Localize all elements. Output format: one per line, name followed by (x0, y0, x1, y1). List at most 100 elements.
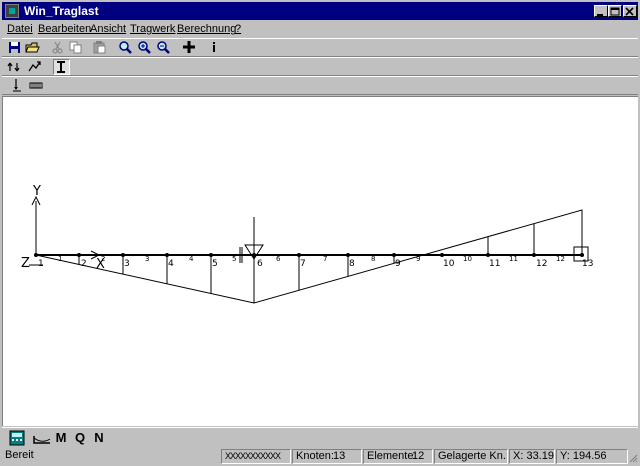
copy-button[interactable] (68, 40, 85, 56)
resize-grip[interactable] (628, 452, 638, 463)
menu-bearbeiten[interactable]: Bearbeiten (38, 22, 91, 36)
calculator-button[interactable] (9, 430, 25, 446)
copy-icon (69, 41, 82, 54)
window-title: Win_Traglast (24, 4, 99, 18)
element-label: 7 (323, 255, 327, 263)
element-toolbar (2, 76, 638, 95)
z-axis-label: Z (21, 256, 30, 271)
deformation-button[interactable] (32, 430, 52, 446)
paste-icon (93, 41, 106, 54)
y-axis-label: Y (32, 184, 41, 199)
minimize-button[interactable] (594, 5, 608, 17)
status-nodes-label: Knoten: (296, 450, 334, 462)
structure-drawing: Y X Z 1 2 3 4 5 6 7 8 9 10 11 12 13 1 2 … (21, 184, 593, 304)
element-label: 11 (509, 255, 518, 263)
zoom-out-button[interactable] (156, 40, 173, 56)
element-label: 8 (371, 255, 375, 263)
node-label: 4 (168, 259, 174, 269)
status-elements-value: 12 (412, 450, 425, 462)
close-button[interactable] (623, 5, 637, 17)
status-bar: Bereit XXXXXXXXXXX Knoten: 13 Elemente: … (0, 447, 640, 466)
element-label: 9 (416, 255, 420, 263)
info-icon (213, 42, 215, 52)
element-tool-icon (28, 61, 41, 72)
normal-force-button[interactable]: N (92, 430, 106, 446)
menu-help[interactable]: ? (235, 22, 241, 36)
element-label: 10 (463, 255, 472, 263)
title-bar: Win_Traglast (2, 2, 638, 20)
node-label: 10 (443, 259, 455, 269)
status-supported-nodes: Gelagerte Kn.: 2 (434, 449, 508, 464)
node-label: 11 (489, 259, 500, 269)
moment-button[interactable]: M (54, 430, 68, 446)
status-nodes: Knoten: 13 (292, 449, 362, 464)
beam-tool-icon (57, 61, 65, 73)
move-button[interactable] (182, 40, 199, 56)
result-toolbar: M Q N (2, 427, 638, 447)
node-label: 3 (124, 259, 130, 269)
moment-diagram (35, 209, 583, 304)
zoom-button[interactable] (118, 40, 135, 56)
element-label: 3 (145, 255, 149, 263)
zoom-in-icon (138, 41, 151, 54)
maximize-icon (610, 7, 620, 16)
node-label: 12 (536, 259, 547, 269)
zoom-in-button[interactable] (137, 40, 154, 56)
move-icon (183, 41, 195, 53)
status-elements-label: Elemente: (367, 450, 417, 462)
status-x-coordinate: X: 33.19 (509, 449, 555, 464)
open-icon (25, 42, 40, 53)
close-icon (625, 7, 634, 16)
app-icon[interactable] (5, 4, 19, 18)
status-ready: Bereit (5, 449, 34, 461)
status-pattern: XXXXXXXXXXX (221, 449, 291, 464)
node-tool-button[interactable] (7, 59, 24, 75)
node-label: 6 (257, 259, 263, 269)
cut-button[interactable] (50, 40, 67, 56)
element-label: 12 (556, 255, 565, 263)
zoom-icon (119, 41, 132, 54)
element-label: 4 (189, 255, 194, 263)
menu-bar: Datei Bearbeiten Ansicht Tragwerk Berech… (2, 20, 638, 38)
element-tool-button[interactable] (27, 59, 44, 75)
node-label: 1 (38, 259, 44, 269)
menu-datei[interactable]: Datei (7, 22, 33, 36)
menu-tragwerk[interactable]: Tragwerk (130, 22, 175, 36)
element-label: 5 (232, 255, 236, 263)
node-tool-icon (7, 62, 20, 72)
load-tool-button[interactable] (28, 78, 45, 94)
calculator-icon (9, 430, 25, 446)
save-icon (9, 42, 20, 53)
minimize-icon (597, 14, 603, 16)
paste-button[interactable] (92, 40, 109, 56)
node-label: 8 (349, 259, 355, 269)
node-label: 5 (212, 259, 218, 269)
load-tool-icon (29, 82, 43, 89)
shear-button[interactable]: Q (73, 430, 87, 446)
menu-ansicht[interactable]: Ansicht (90, 22, 126, 36)
tool-toolbar (2, 57, 638, 76)
zoom-out-icon (157, 41, 170, 54)
open-button[interactable] (25, 40, 42, 56)
app-window: Win_Traglast Datei Bearbeiten Ansicht Tr… (0, 0, 640, 466)
maximize-button[interactable] (608, 5, 622, 17)
resize-grip-icon (629, 454, 638, 463)
support-tool-icon (13, 79, 21, 92)
save-button[interactable] (7, 40, 24, 56)
main-toolbar (2, 38, 638, 57)
node-label: 7 (300, 259, 306, 269)
drawing-canvas[interactable]: Y X Z 1 2 3 4 5 6 7 8 9 10 11 12 13 1 2 … (2, 96, 638, 426)
menu-berechnung[interactable]: Berechnung (177, 22, 236, 36)
node-label: 9 (395, 259, 401, 269)
info-button[interactable] (207, 40, 224, 56)
node-label: 2 (81, 259, 87, 269)
deformation-icon (33, 436, 51, 444)
support-tool-button[interactable] (11, 78, 28, 94)
status-nodes-value: 13 (333, 450, 346, 462)
element-label: 1 (58, 255, 62, 263)
cut-icon (52, 41, 63, 54)
beam-tool-button[interactable] (53, 59, 70, 75)
status-y-coordinate: Y: 194.56 (556, 449, 628, 464)
node-label: 13 (582, 259, 593, 269)
element-label: 2 (101, 255, 105, 263)
